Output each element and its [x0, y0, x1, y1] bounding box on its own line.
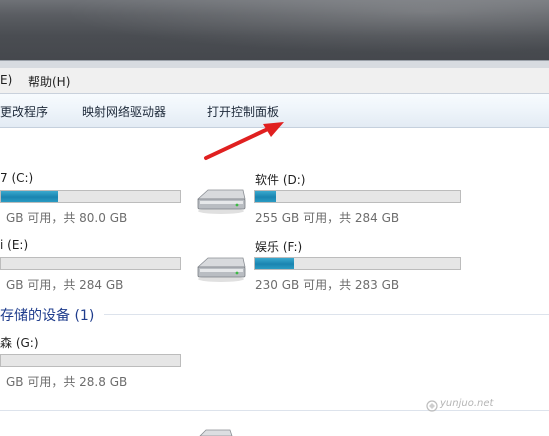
drive-free-space: 230 GB 可用，共 283 GB: [255, 278, 400, 292]
usage-bar: [254, 190, 461, 203]
usage-bar-fill: [1, 191, 59, 202]
drive-name: 森 (G:): [0, 336, 39, 350]
drive-free-space: GB 可用，共 284 GB: [6, 278, 124, 292]
drive-name: 娱乐 (F:): [255, 240, 303, 254]
hard-drive-icon: [196, 189, 246, 214]
section-divider: [104, 314, 549, 315]
drive-name: 软件 (D:): [255, 173, 306, 187]
red-arrow-annotation: [204, 122, 284, 160]
drive-free-space: 255 GB 可用，共 284 GB: [255, 211, 400, 225]
map-network-drive-button[interactable]: 映射网络驱动器: [82, 103, 166, 120]
removable-storage-section-title: 存储的设备 (1): [0, 308, 95, 324]
usage-bar: [0, 190, 181, 203]
usage-bar-fill: [255, 258, 294, 269]
usage-bar: [0, 257, 181, 270]
partial-drive-icon: [199, 429, 233, 436]
drive-free-space: GB 可用，共 80.0 GB: [6, 211, 128, 225]
menu-item-partial[interactable]: E): [0, 73, 12, 87]
window-title-bar: [0, 0, 549, 60]
drive-free-space: GB 可用，共 28.8 GB: [6, 375, 128, 389]
drive-name: i (E:): [0, 238, 29, 252]
usage-bar-fill: [255, 191, 276, 202]
menu-item-help[interactable]: 帮助(H): [28, 73, 70, 90]
watermark-logo-icon: [426, 400, 438, 412]
hard-drive-icon: [196, 257, 246, 282]
section-divider-bottom: [0, 410, 549, 411]
usage-bar: [254, 257, 461, 270]
usage-bar: [0, 354, 181, 367]
drive-name: 7 (C:): [0, 171, 34, 185]
title-bar-glow: [0, 0, 549, 60]
menu-bar: E) 帮助(H): [0, 68, 549, 94]
change-program-button[interactable]: 更改程序: [0, 103, 48, 120]
watermark-text: yunjuo.net: [440, 398, 494, 409]
